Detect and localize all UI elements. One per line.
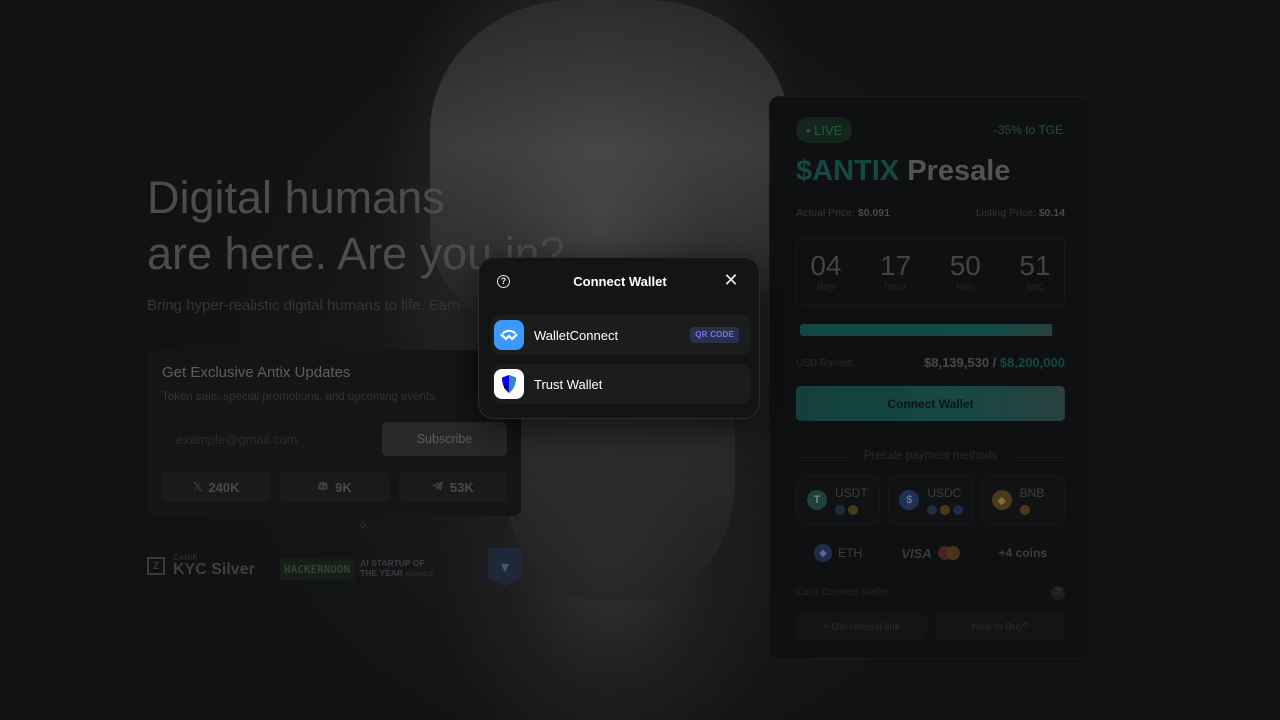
wallet-option-trust-wallet[interactable]: Trust Wallet xyxy=(491,364,751,404)
close-icon[interactable]: ✕ xyxy=(721,270,741,290)
trust-wallet-icon xyxy=(494,369,524,399)
modal-title: Connect Wallet xyxy=(573,274,667,289)
wallet-option-walletconnect[interactable]: WalletConnect QR CODE xyxy=(491,315,751,355)
wallet-name: Trust Wallet xyxy=(534,376,603,392)
wallet-name: WalletConnect xyxy=(534,327,619,343)
walletconnect-icon xyxy=(494,320,524,350)
connect-wallet-modal: ? Connect Wallet ✕ WalletConnect QR CODE… xyxy=(478,257,760,419)
qr-code-badge: QR CODE xyxy=(690,327,739,343)
